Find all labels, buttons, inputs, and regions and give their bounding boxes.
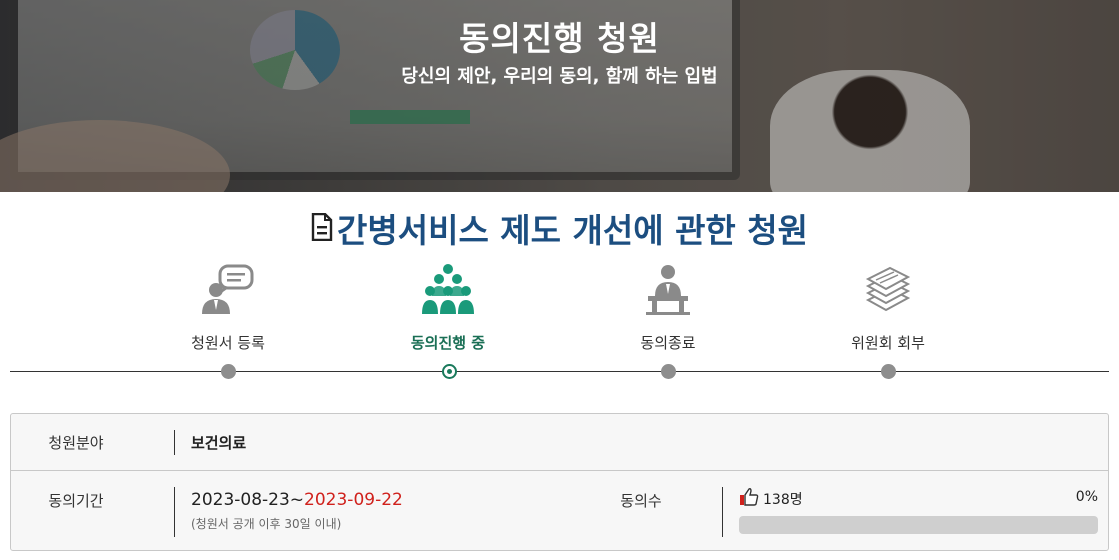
- count-divider: [722, 487, 723, 537]
- step-dot-committee: [881, 364, 896, 379]
- period-label: 동의기간: [48, 492, 104, 510]
- progress-bar: [739, 516, 1098, 534]
- step-dot-registration: [221, 364, 236, 379]
- step-dot-active: [442, 364, 457, 379]
- document-icon: [311, 210, 333, 249]
- step-committee-referral: 위원회 회부: [798, 262, 978, 353]
- speaker-person-icon: [198, 262, 258, 318]
- progress-percent: 0%: [1075, 489, 1098, 505]
- period-divider: [174, 487, 175, 537]
- period-end: 2023-09-22: [304, 490, 403, 510]
- petition-title: 간병서비스 제도 개선에 관한 청원: [0, 204, 1119, 252]
- step-agreement-closed: 동의종료: [578, 262, 758, 353]
- petition-title-text: 간병서비스 제도 개선에 관한 청원: [337, 211, 808, 250]
- group-people-icon: [418, 262, 478, 318]
- podium-person-icon: [638, 262, 698, 318]
- period-note: (청원서 공개 이후 30일 이내): [191, 517, 342, 531]
- step-dot-closed: [661, 364, 676, 379]
- step-label: 동의진행 중: [410, 334, 486, 352]
- step-registration: 청원서 등록: [138, 262, 318, 353]
- document-stack-icon: [858, 262, 918, 318]
- thumbs-up-icon: [738, 486, 760, 512]
- progress-steps-line: [10, 371, 1109, 372]
- step-label: 위원회 회부: [851, 334, 925, 352]
- period-start: 2023-08-23~: [191, 490, 305, 510]
- field-label: 청원분야: [48, 434, 104, 452]
- count-value: 138명: [763, 492, 803, 508]
- hero-subtitle: 당신의 제안, 우리의 동의, 함께 하는 입법: [401, 66, 718, 87]
- period-value: 2023-08-23~2023-09-22: [191, 490, 403, 510]
- field-divider: [174, 430, 175, 455]
- field-value: 보건의료: [191, 434, 247, 452]
- step-label: 청원서 등록: [191, 334, 265, 352]
- step-label: 동의종료: [640, 334, 696, 352]
- hero-banner: 동의진행 청원 당신의 제안, 우리의 동의, 함께 하는 입법: [0, 0, 1119, 192]
- count-label: 동의수: [620, 492, 662, 510]
- field-row: 청원분야 보건의료: [11, 414, 1108, 471]
- hero-title: 동의진행 청원: [459, 19, 660, 58]
- step-agreement-in-progress: 동의진행 중: [358, 262, 538, 353]
- petition-info-table: 청원분야 보건의료 동의기간 2023-08-23~2023-09-22 (청원…: [10, 413, 1109, 551]
